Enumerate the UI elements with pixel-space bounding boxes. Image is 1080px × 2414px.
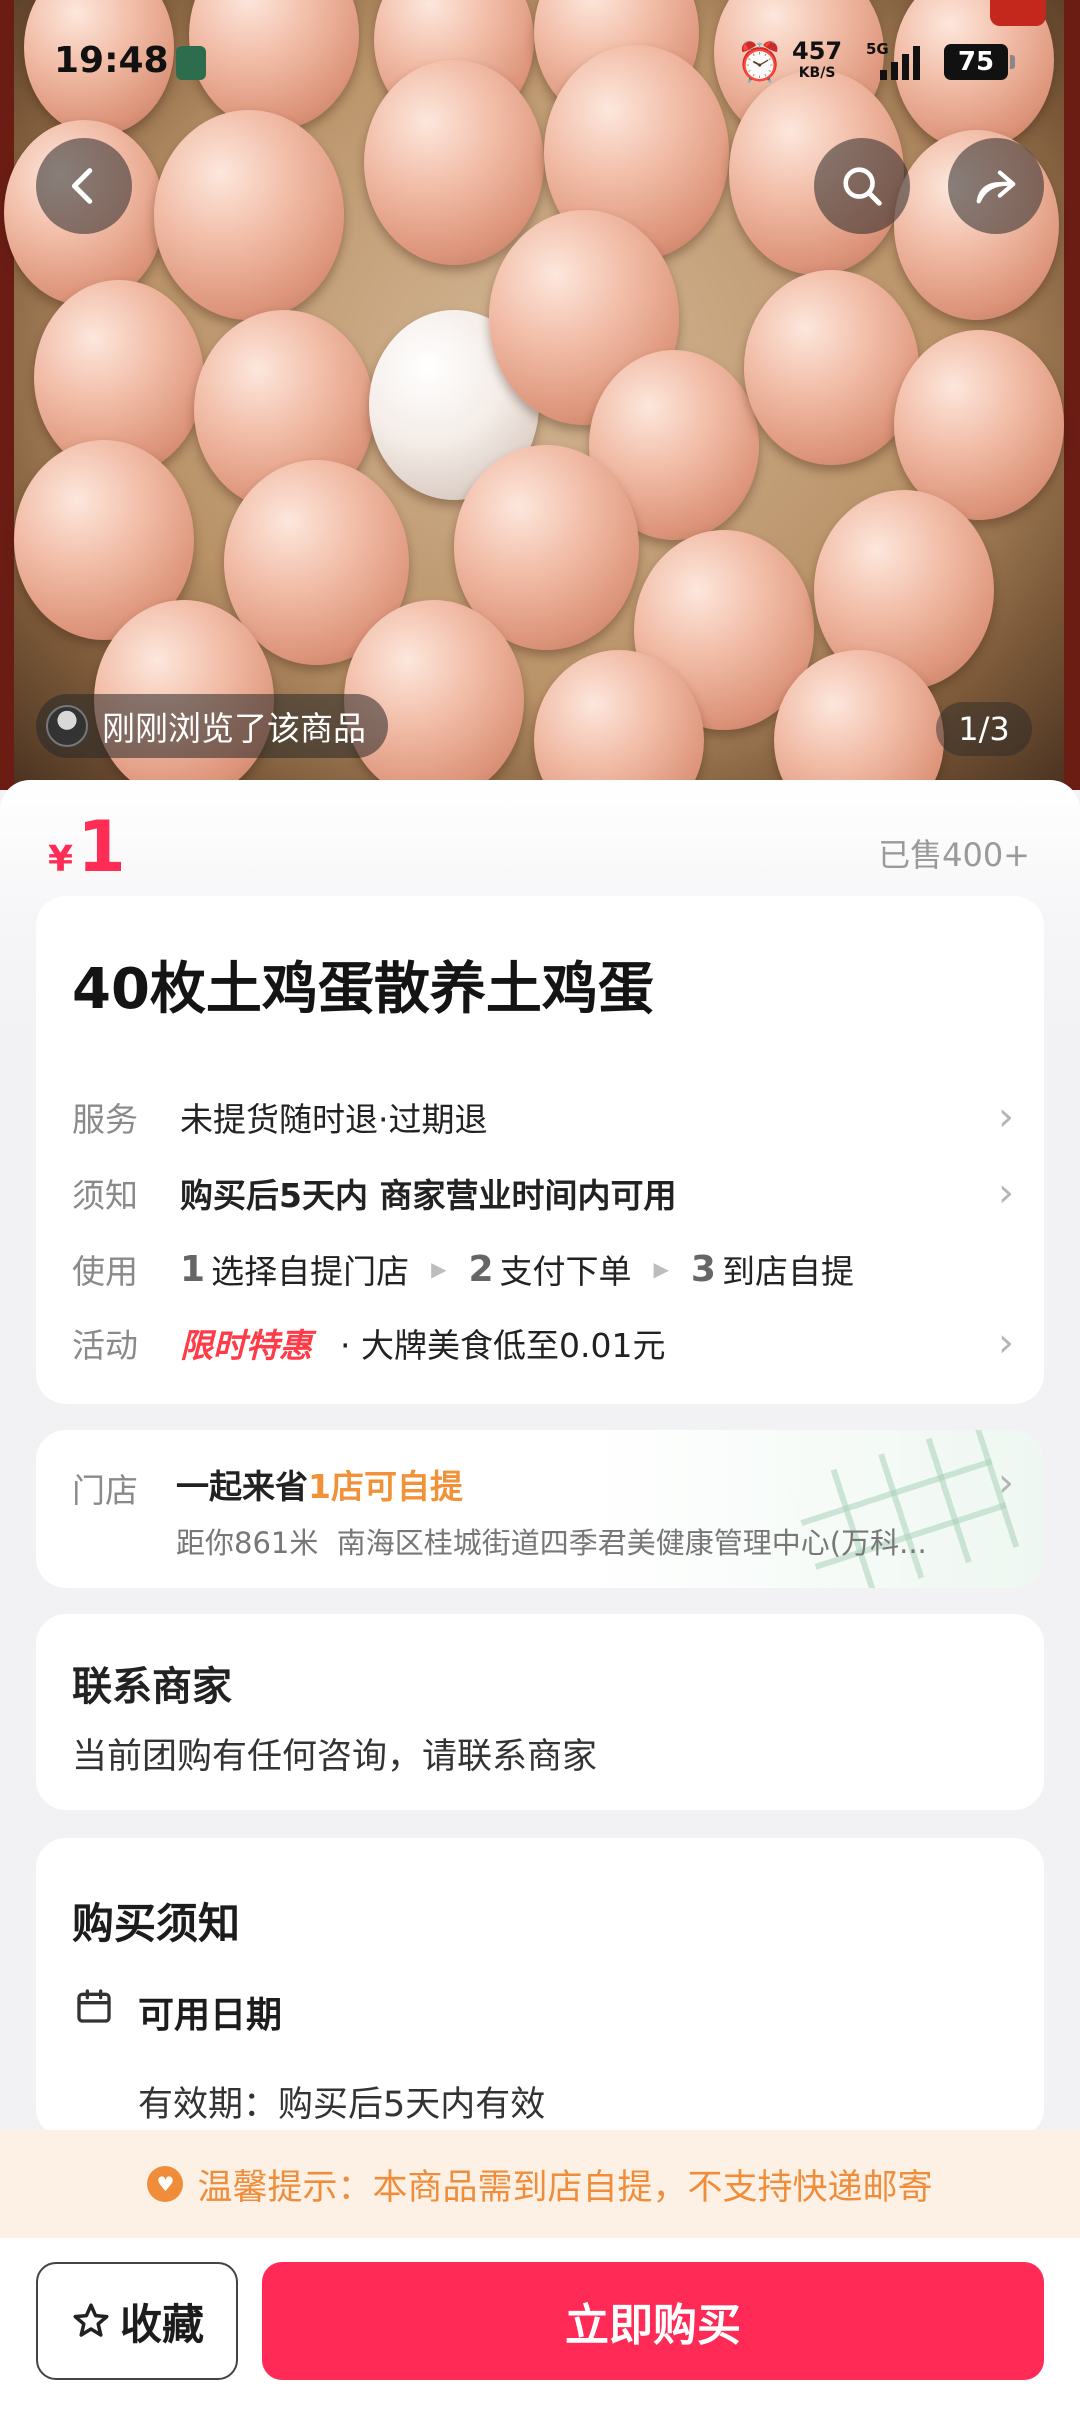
step-text: 到店自提 xyxy=(721,1252,854,1291)
store-name: 一起来省1店可自提 xyxy=(176,1467,463,1506)
chevron-right-icon: › xyxy=(998,1170,1014,1216)
buy-now-button[interactable]: 立即购买 xyxy=(262,2262,1044,2380)
price-value: 1 xyxy=(77,806,126,888)
search-button[interactable] xyxy=(814,138,910,234)
price: ¥ 1 xyxy=(48,812,126,882)
store-address: 距你861米 南海区桂城街道四季君美健康管理中心(万科... xyxy=(176,1526,927,1560)
chevron-right-icon: › xyxy=(998,1460,1014,1506)
favorite-button[interactable]: 收藏 xyxy=(36,2262,238,2380)
notice-label: 须知 xyxy=(72,1176,138,1215)
usage-label: 使用 xyxy=(72,1252,138,1291)
notification-app-icon xyxy=(176,46,206,80)
chevron-right-icon: › xyxy=(998,1094,1014,1140)
viewed-text: 刚刚浏览了该商品 xyxy=(102,709,366,748)
step-number: 3 xyxy=(690,1248,716,1290)
recently-viewed-badge: 刚刚浏览了该商品 xyxy=(36,694,388,758)
notice-row[interactable]: 须知 购买后5天内 商家营业时间内可用 › xyxy=(72,1168,1014,1218)
activity-text: · 大牌美食低至0.01元 xyxy=(340,1326,666,1365)
tip-text: 温馨提示：本商品需到店自提，不支持快递邮寄 xyxy=(197,2167,933,2208)
purchase-notes-title: 购买须知 xyxy=(72,1899,241,1948)
store-count: 1店可自提 xyxy=(308,1467,463,1506)
service-label: 服务 xyxy=(72,1100,138,1139)
map-thumbnail xyxy=(788,1430,1020,1588)
status-time: 19:48 xyxy=(54,40,169,81)
step-arrow-icon: ▶ xyxy=(431,1257,447,1281)
contact-text: 当前团购有任何咨询，请联系商家 xyxy=(72,1737,598,1777)
store-label: 门店 xyxy=(72,1471,138,1510)
bottom-action-bar: 收藏 立即购买 xyxy=(0,2238,1080,2414)
step-text: 支付下单 xyxy=(499,1252,632,1291)
search-icon xyxy=(843,167,882,206)
store-card[interactable]: 门店 一起来省1店可自提 距你861米 南海区桂城街道四季君美健康管理中心(万科… xyxy=(36,1430,1044,1588)
activity-label: 活动 xyxy=(72,1326,138,1365)
avatar xyxy=(46,705,88,747)
share-icon xyxy=(976,170,1016,204)
activity-value: 限时特惠 · 大牌美食低至0.01元 xyxy=(180,1319,998,1367)
product-title: 40枚土鸡蛋散养土鸡蛋 xyxy=(72,957,654,1022)
service-value: 未提货随时退·过期退 xyxy=(180,1100,488,1139)
battery-icon: 75 xyxy=(944,44,1015,80)
alarm-icon: ⏰ xyxy=(736,40,784,84)
contact-title: 联系商家 xyxy=(72,1664,232,1710)
status-bar: 19:48 ⏰ 457 KB/S 5G 75 xyxy=(0,0,1080,120)
star-icon xyxy=(73,2303,109,2337)
pickup-tip-banner: ♥ 温馨提示：本商品需到店自提，不支持快递邮寄 xyxy=(0,2130,1080,2238)
signal-icon xyxy=(880,44,926,80)
chevron-right-icon: › xyxy=(998,1320,1014,1366)
share-button[interactable] xyxy=(948,138,1044,234)
activity-row[interactable]: 活动 限时特惠 · 大牌美食低至0.01元 › xyxy=(72,1318,1014,1368)
step-arrow-icon: ▶ xyxy=(653,1257,669,1281)
purchase-notes-card: 购买须知 可用日期 有效期：购买后5天内有效 xyxy=(36,1838,1044,2138)
favorite-label: 收藏 xyxy=(119,2299,204,2349)
image-pager: 1/3 xyxy=(936,702,1032,756)
usage-row: 使用 1 选择自提门店 ▶ 2 支付下单 ▶ 3 到店自提 xyxy=(72,1244,1014,1294)
limited-offer-badge: 限时特惠 xyxy=(180,1326,312,1365)
notice-value: 购买后5天内 商家营业时间内可用 xyxy=(180,1176,677,1215)
step-number: 1 xyxy=(180,1248,206,1290)
step-text: 选择自提门店 xyxy=(211,1252,410,1291)
net-speed: 457 KB/S xyxy=(792,37,843,81)
chevron-left-icon xyxy=(71,168,93,204)
step-number: 2 xyxy=(468,1248,494,1290)
currency-symbol: ¥ xyxy=(48,839,74,880)
sold-count: 已售400+ xyxy=(878,836,1030,874)
validity-text: 有效期：购买后5天内有效 xyxy=(138,2085,546,2125)
available-date-title: 可用日期 xyxy=(138,1995,283,2036)
heart-icon: ♥ xyxy=(147,2166,184,2202)
back-button[interactable] xyxy=(36,138,132,234)
calendar-icon xyxy=(77,1989,111,2023)
usage-steps: 1 选择自提门店 ▶ 2 支付下单 ▶ 3 到店自提 xyxy=(180,1245,1014,1293)
service-row[interactable]: 服务 未提货随时退·过期退 › xyxy=(72,1092,1014,1142)
contact-merchant-card[interactable]: 联系商家 当前团购有任何咨询，请联系商家 xyxy=(36,1614,1044,1810)
product-info-card: 40枚土鸡蛋散养土鸡蛋 服务 未提货随时退·过期退 › 须知 购买后5天内 商家… xyxy=(36,896,1044,1404)
